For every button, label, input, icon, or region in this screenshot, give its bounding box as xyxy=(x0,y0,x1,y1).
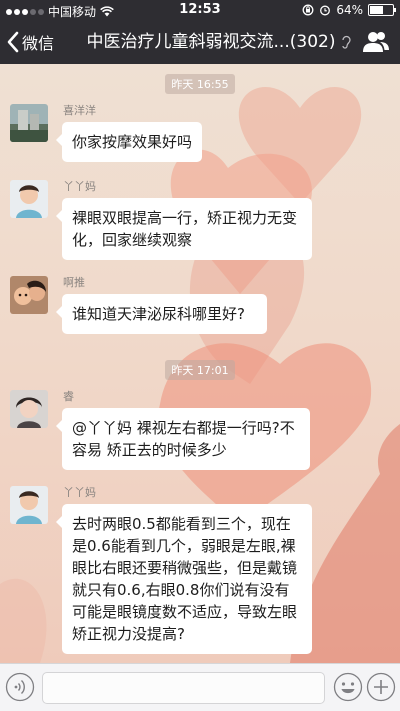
message-bubble[interactable]: 去时两眼0.5都能看到三个，现在是0.6能看到几个，弱眼是左眼,裸眼比右眼还要稍… xyxy=(56,504,312,654)
input-bar xyxy=(0,663,400,711)
member-count: (302) xyxy=(289,32,336,52)
avatar-building-image xyxy=(10,104,48,142)
nav-bar: 微信 中医治疗儿童斜弱视交流...(302) xyxy=(0,20,400,64)
battery-icon xyxy=(368,4,396,16)
more-options-button[interactable] xyxy=(366,672,396,702)
time-divider-label: 昨天 16:55 xyxy=(165,74,235,94)
avatar[interactable] xyxy=(10,390,48,428)
back-label: 微信 xyxy=(22,34,55,53)
message-bubble[interactable]: 你家按摩效果好吗 xyxy=(56,122,202,162)
message-bubble[interactable]: @丫丫妈 裸视左右都提一行吗?不容易 矫正去的时候多少 xyxy=(56,408,310,470)
sender-name: 喜洋洋 xyxy=(63,104,96,117)
voice-input-button[interactable] xyxy=(5,672,35,702)
time-divider: 昨天 17:01 xyxy=(0,359,400,380)
group-members-button[interactable] xyxy=(362,28,390,56)
chevron-left-icon xyxy=(7,31,19,53)
chat-area[interactable]: 昨天 16:55 喜洋洋 你家按摩效果好吗 丫丫妈 裸眼双眼提高一行，矫正视力无… xyxy=(0,64,400,663)
avatar[interactable] xyxy=(10,104,48,142)
time-divider: 昨天 16:55 xyxy=(0,73,400,94)
battery-percent: 64% xyxy=(336,3,363,17)
group-name: 中医治疗儿童斜弱视交流... xyxy=(86,32,290,52)
message-bubble[interactable]: 谁知道天津泌尿科哪里好? xyxy=(56,294,267,334)
orientation-lock-icon xyxy=(302,4,314,16)
sender-name: 丫丫妈 xyxy=(63,486,96,499)
emoji-button[interactable] xyxy=(333,672,363,702)
avatar[interactable] xyxy=(10,276,48,314)
sender-name: 睿 xyxy=(63,390,74,403)
avatar-mother-child-image xyxy=(10,276,48,314)
message-bubble[interactable]: 裸眼双眼提高一行，矫正视力无变化，回家继续观察 xyxy=(56,198,312,260)
avatar[interactable] xyxy=(10,486,48,524)
avatar[interactable] xyxy=(10,180,48,218)
status-bar: 中国移动 12:53 64% xyxy=(0,0,400,20)
back-button[interactable]: 微信 xyxy=(6,20,54,64)
message-input[interactable] xyxy=(42,672,325,704)
avatar-woman-image xyxy=(10,390,48,428)
avatar-child-image xyxy=(10,180,48,218)
avatar-child-image xyxy=(10,486,48,524)
chat-title: 中医治疗儿童斜弱视交流...(302) xyxy=(80,20,342,64)
sender-name: 丫丫妈 xyxy=(63,180,96,193)
battery-fill xyxy=(370,6,383,14)
time-divider-label: 昨天 17:01 xyxy=(165,360,235,380)
alarm-icon xyxy=(320,5,331,16)
sender-name: 啊推 xyxy=(63,276,85,289)
earpiece-mode-icon xyxy=(342,35,351,49)
